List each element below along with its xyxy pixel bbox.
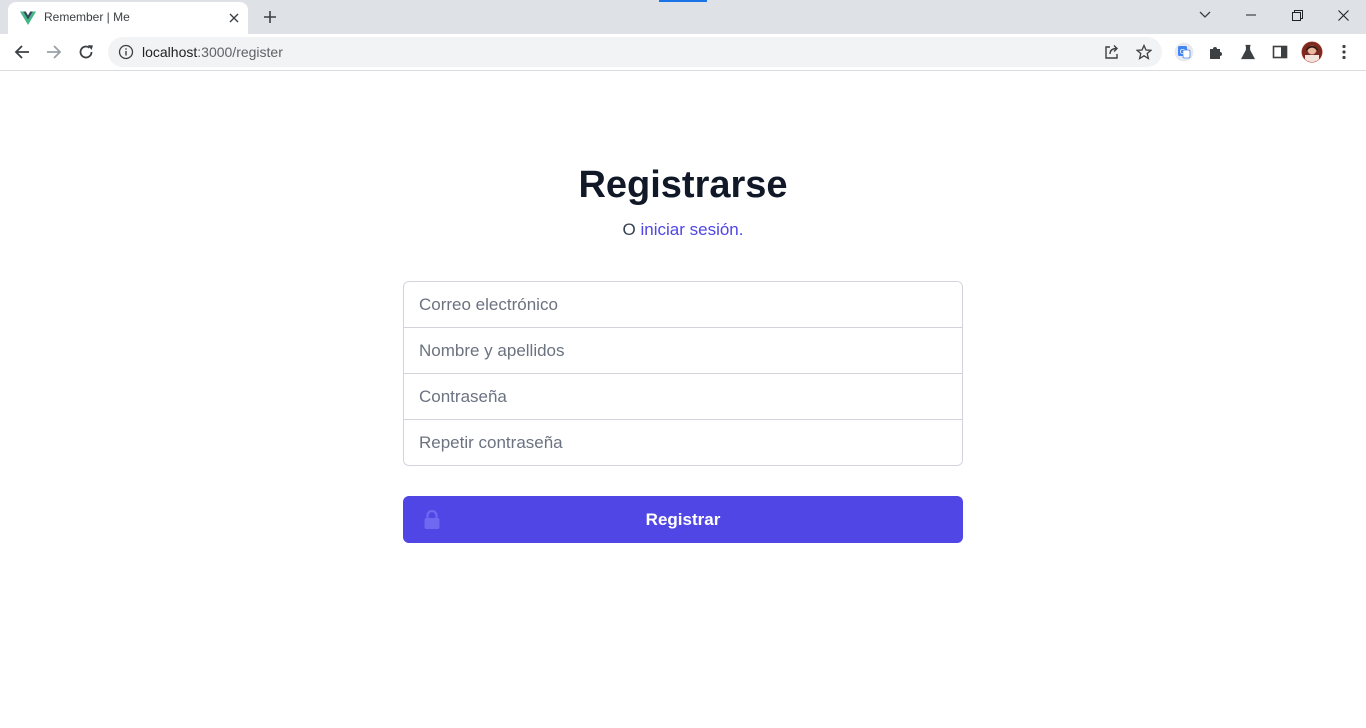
side-panel-icon[interactable] [1266, 38, 1294, 66]
subtitle: O iniciar sesión. [0, 218, 1366, 242]
share-icon[interactable] [1102, 42, 1122, 62]
minimize-icon[interactable] [1228, 0, 1274, 30]
vue-favicon [20, 11, 36, 25]
login-link[interactable]: iniciar sesión. [640, 220, 743, 239]
url-path: :3000/register [197, 44, 283, 60]
restore-icon[interactable] [1274, 0, 1320, 30]
flask-icon[interactable] [1234, 38, 1262, 66]
browser-toolbar: localhost:3000/register G [0, 34, 1366, 71]
puzzle-icon[interactable] [1202, 38, 1230, 66]
address-bar[interactable]: localhost:3000/register [108, 37, 1162, 67]
password-field[interactable] [404, 374, 962, 420]
close-icon[interactable] [224, 8, 244, 28]
register-button[interactable]: Registrar [403, 496, 963, 543]
full-name-field[interactable] [404, 328, 962, 374]
kebab-menu-icon[interactable] [1330, 38, 1358, 66]
tab-loading-indicator [659, 0, 707, 2]
subtitle-prefix: O [622, 220, 636, 239]
email-field[interactable] [404, 282, 962, 328]
tab-title: Remember | Me [44, 10, 130, 24]
close-window-icon[interactable] [1320, 0, 1366, 30]
url-text[interactable]: localhost:3000/register [142, 44, 283, 60]
svg-text:G: G [1180, 48, 1185, 56]
star-icon[interactable] [1134, 42, 1154, 62]
forward-arrow-icon[interactable] [40, 38, 68, 66]
plus-icon[interactable] [258, 5, 282, 29]
page-title: Registrarse [578, 164, 788, 206]
back-arrow-icon[interactable] [8, 38, 36, 66]
browser-tab[interactable]: Remember | Me [8, 2, 248, 34]
reload-icon[interactable] [72, 38, 100, 66]
tab-strip: Remember | Me [0, 0, 1366, 34]
register-button-label: Registrar [645, 510, 721, 529]
repeat-password-field[interactable] [404, 420, 962, 465]
url-host: localhost [142, 44, 198, 60]
register-form [403, 281, 963, 466]
translate-icon[interactable]: G [1170, 38, 1198, 66]
avatar[interactable] [1298, 38, 1326, 66]
info-icon[interactable] [118, 44, 134, 60]
chevron-down-icon[interactable] [1182, 0, 1228, 30]
